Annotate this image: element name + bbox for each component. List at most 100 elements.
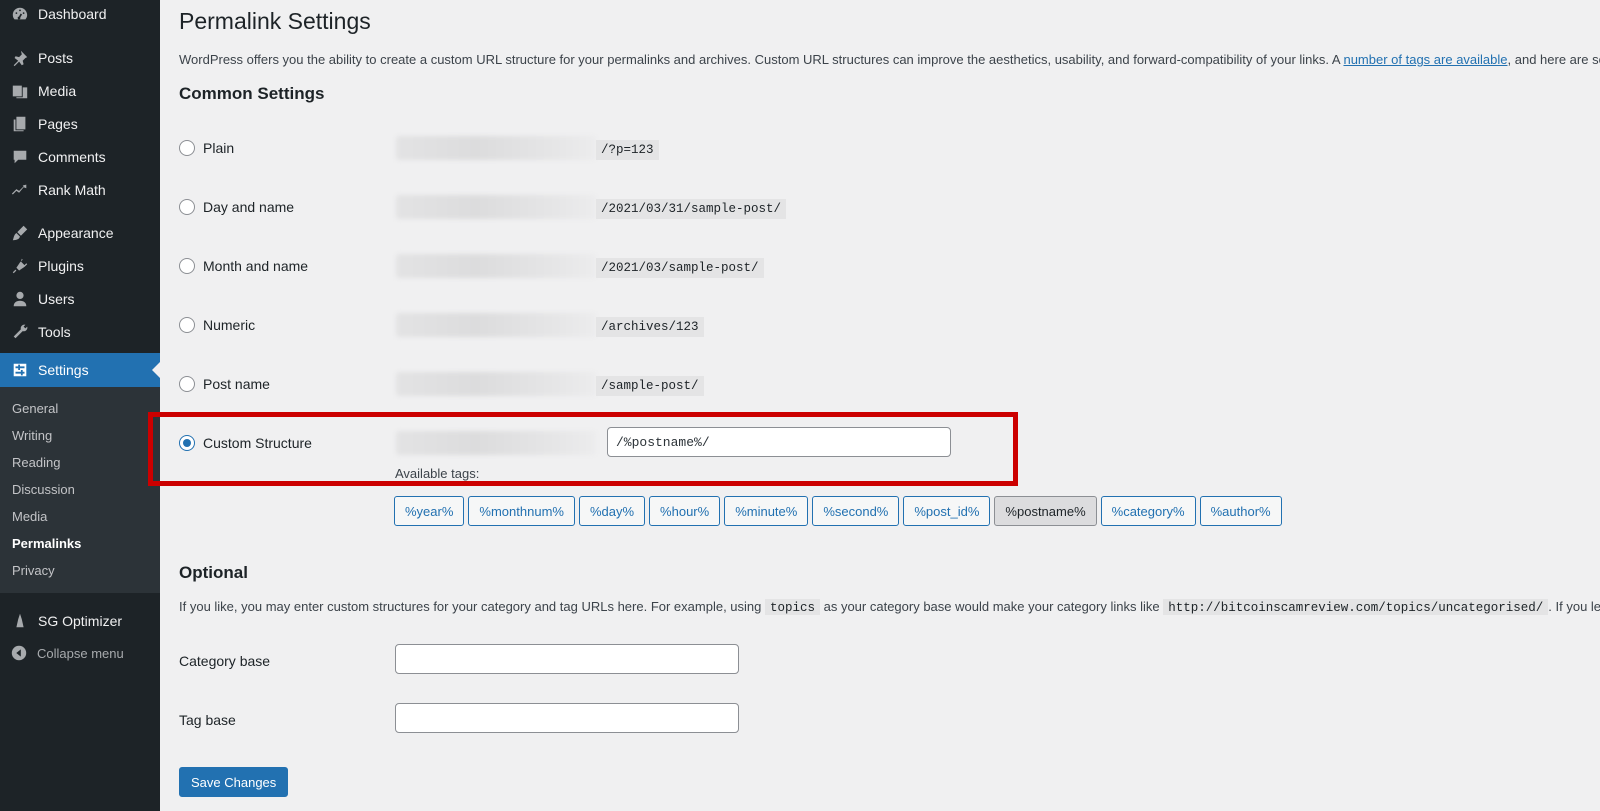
tag-base-label: Tag base (179, 712, 236, 728)
settings-icon (10, 360, 30, 380)
slug-day-and-name: /2021/03/31/sample-post/ (596, 199, 787, 219)
submenu-permalinks[interactable]: Permalinks (12, 536, 81, 551)
plug-icon (10, 256, 30, 276)
tag-day-button[interactable]: %day% (578, 496, 646, 526)
tag-second-button[interactable]: %second% (812, 496, 900, 526)
media-icon (10, 81, 30, 101)
menu-label-settings: Settings (38, 362, 89, 378)
common-settings-heading: Common Settings (179, 84, 325, 103)
wrench-icon (10, 322, 30, 342)
submenu-privacy[interactable]: Privacy (12, 563, 55, 578)
option-custom-structure[interactable]: Custom Structure (179, 433, 312, 453)
tag-monthnum-button[interactable]: %monthnum% (468, 496, 575, 526)
option-numeric-label: Numeric (203, 317, 256, 333)
menu-item-tools[interactable]: Tools (0, 315, 160, 349)
option-day-and-name[interactable]: Day and name (179, 197, 294, 217)
custom-structure-input[interactable] (607, 427, 951, 457)
rank-math-icon (10, 180, 30, 200)
user-icon (10, 289, 30, 309)
brush-icon (10, 223, 30, 243)
blurred-site-url (396, 313, 596, 337)
blurred-site-url (396, 136, 596, 160)
tag-postname-button[interactable]: %postname% (994, 496, 1097, 526)
menu-item-pages[interactable]: Pages (0, 107, 160, 141)
blurred-site-url (396, 372, 596, 396)
tags-available-link[interactable]: number of tags are available (1343, 52, 1507, 67)
collapse-menu-button[interactable]: Collapse menu (10, 644, 124, 662)
submenu-writing[interactable]: Writing (12, 428, 52, 443)
main-content: Permalink Settings WordPress offers you … (148, 0, 1600, 811)
menu-item-appearance[interactable]: Appearance (0, 216, 160, 250)
menu-label-users: Users (38, 291, 75, 307)
dashboard-icon (10, 4, 30, 24)
code-example-url: http://bitcoinscamreview.com/topics/unca… (1163, 599, 1549, 615)
option-month-and-name-label: Month and name (203, 258, 309, 274)
slug-numeric: /archives/123 (596, 317, 704, 337)
category-base-label: Category base (179, 653, 271, 669)
tag-hour-button[interactable]: %hour% (649, 496, 721, 526)
settings-submenu: General Writing Reading Discussion Media… (0, 387, 160, 593)
option-plain[interactable]: Plain (179, 138, 234, 158)
menu-label-comments: Comments (38, 149, 106, 165)
submenu-reading[interactable]: Reading (12, 455, 60, 470)
admin-sidebar: Dashboard Posts Media Pages Comments Ran… (0, 0, 160, 811)
slug-plain: /?p=123 (596, 140, 659, 160)
menu-label-dashboard: Dashboard (38, 6, 107, 22)
menu-item-posts[interactable]: Posts (0, 41, 160, 75)
intro-text: WordPress offers you the ability to crea… (179, 52, 1600, 67)
save-changes-button[interactable]: Save Changes (179, 767, 289, 797)
tag-year-button[interactable]: %year% (394, 496, 465, 526)
menu-item-plugins[interactable]: Plugins (0, 249, 160, 283)
radio-custom-structure[interactable] (179, 435, 195, 451)
blurred-site-url (396, 254, 596, 278)
menu-label-posts: Posts (38, 50, 74, 66)
menu-label-appearance: Appearance (38, 225, 114, 241)
slug-month-and-name: /2021/03/sample-post/ (596, 258, 764, 278)
radio-post-name[interactable] (179, 376, 195, 392)
menu-item-settings[interactable]: Settings (0, 353, 160, 387)
submenu-media[interactable]: Media (12, 509, 47, 524)
option-post-name[interactable]: Post name (179, 374, 270, 394)
category-base-input[interactable] (395, 644, 739, 674)
option-month-and-name[interactable]: Month and name (179, 256, 308, 276)
menu-label-rank-math: Rank Math (38, 182, 106, 198)
menu-item-comments[interactable]: Comments (0, 140, 160, 174)
option-custom-structure-label: Custom Structure (203, 435, 312, 451)
pages-icon (10, 114, 30, 134)
menu-label-plugins: Plugins (38, 258, 84, 274)
menu-item-dashboard[interactable]: Dashboard (0, 0, 160, 31)
optional-heading: Optional (179, 563, 248, 582)
submenu-general[interactable]: General (12, 401, 58, 416)
collapse-menu-label: Collapse menu (37, 645, 124, 661)
menu-label-pages: Pages (38, 116, 78, 132)
comment-icon (10, 147, 30, 167)
page-title: Permalink Settings (179, 8, 371, 34)
radio-plain[interactable] (179, 140, 195, 156)
blurred-site-url (396, 431, 596, 455)
menu-label-media: Media (38, 83, 77, 99)
available-tags-list: %year% %monthnum% %day% %hour% %minute% … (394, 496, 1282, 526)
tag-minute-button[interactable]: %minute% (724, 496, 809, 526)
submenu-discussion[interactable]: Discussion (12, 482, 75, 497)
menu-label-sg-optimizer: SG Optimizer (38, 613, 123, 629)
slug-post-name: /sample-post/ (596, 376, 704, 396)
pin-icon (10, 48, 30, 68)
menu-item-users[interactable]: Users (0, 282, 160, 316)
option-day-and-name-label: Day and name (203, 199, 295, 215)
option-numeric[interactable]: Numeric (179, 315, 255, 335)
tag-author-button[interactable]: %author% (1199, 496, 1282, 526)
tag-post-id-button[interactable]: %post_id% (903, 496, 991, 526)
option-plain-label: Plain (203, 140, 235, 156)
radio-day-and-name[interactable] (179, 199, 195, 215)
blurred-site-url (396, 195, 596, 219)
radio-numeric[interactable] (179, 317, 195, 333)
menu-item-rank-math[interactable]: Rank Math (0, 173, 160, 207)
radio-month-and-name[interactable] (179, 258, 195, 274)
optional-description: If you like, you may enter custom struct… (179, 599, 1600, 615)
menu-label-tools: Tools (38, 324, 71, 340)
menu-item-sg-optimizer[interactable]: SG Optimizer (0, 604, 160, 638)
menu-item-media[interactable]: Media (0, 74, 160, 108)
available-tags-label: Available tags: (395, 466, 480, 481)
tag-base-input[interactable] (395, 703, 739, 733)
tag-category-button[interactable]: %category% (1100, 496, 1196, 526)
